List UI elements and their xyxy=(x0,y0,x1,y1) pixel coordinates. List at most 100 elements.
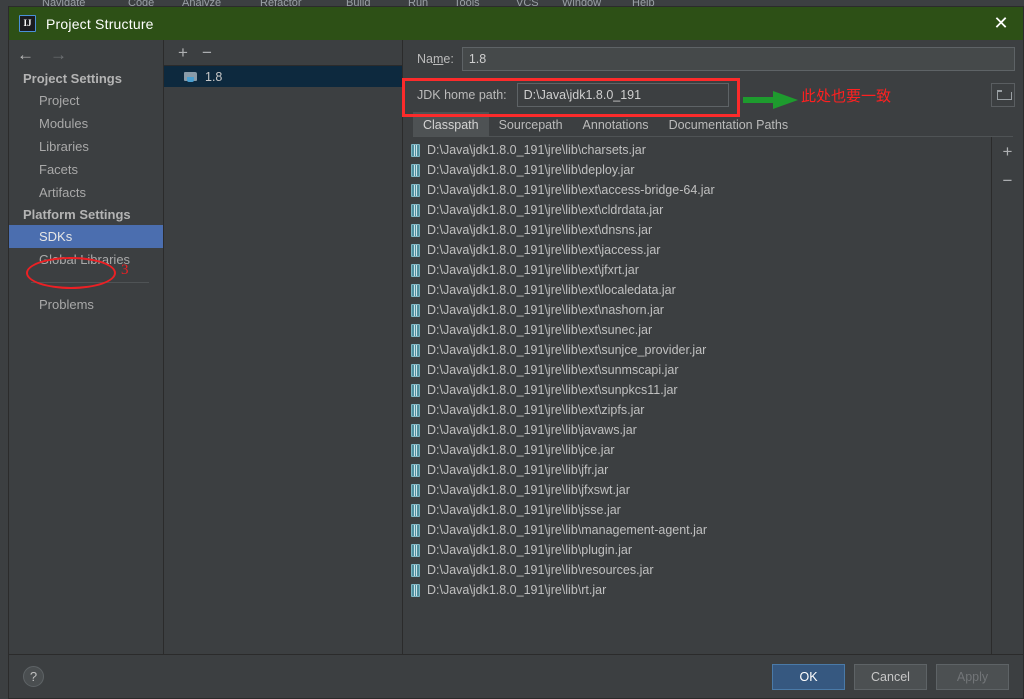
jdk-home-path-input[interactable]: D:\Java\jdk1.8.0_191 xyxy=(516,83,729,107)
jar-icon xyxy=(411,223,420,237)
classpath-row-label: D:\Java\jdk1.8.0_191\jre\lib\ext\sunmsca… xyxy=(427,363,679,377)
sdk-toolbar: + − xyxy=(164,40,402,66)
tab-classpath[interactable]: Classpath xyxy=(413,112,489,136)
classpath-row[interactable]: D:\Java\jdk1.8.0_191\jre\lib\deploy.jar xyxy=(403,160,991,180)
jar-icon xyxy=(411,483,420,497)
classpath-row[interactable]: D:\Java\jdk1.8.0_191\jre\lib\ext\sunmsca… xyxy=(403,360,991,380)
classpath-row-label: D:\Java\jdk1.8.0_191\jre\lib\jce.jar xyxy=(427,443,615,457)
jar-icon xyxy=(411,183,420,197)
sidebar-item-libraries[interactable]: Libraries xyxy=(9,135,163,158)
forward-arrow-icon[interactable]: → xyxy=(50,46,67,63)
jdk-folder-icon xyxy=(184,71,198,83)
settings-sidebar: ← → Project Settings Project Modules Librar… xyxy=(9,40,164,654)
classpath-row-label: D:\Java\jdk1.8.0_191\jre\lib\ext\cldrdat… xyxy=(427,203,664,217)
sidebar-nav-arrows: ← → xyxy=(9,40,163,68)
classpath-row[interactable]: D:\Java\jdk1.8.0_191\jre\lib\ext\cldrdat… xyxy=(403,200,991,220)
browse-folder-button[interactable] xyxy=(991,83,1015,107)
tab-annotations[interactable]: Annotations xyxy=(573,112,659,136)
jar-icon xyxy=(411,363,420,377)
dialog-body: ← → Project Settings Project Modules Librar… xyxy=(9,40,1023,654)
cancel-button[interactable]: Cancel xyxy=(854,663,927,690)
jdk-home-path-row: JDK home path: D:\Java\jdk1.8.0_191 xyxy=(403,78,1023,112)
name-label: Name: xyxy=(417,52,454,66)
apply-button[interactable]: Apply xyxy=(936,663,1009,690)
add-sdk-button[interactable]: + xyxy=(178,44,188,61)
classpath-row-label: D:\Java\jdk1.8.0_191\jre\lib\charsets.ja… xyxy=(427,143,646,157)
step-number-annotation: 3 xyxy=(121,262,129,278)
classpath-row[interactable]: D:\Java\jdk1.8.0_191\jre\lib\ext\zipfs.j… xyxy=(403,400,991,420)
sidebar-divider xyxy=(31,282,149,283)
back-arrow-icon[interactable]: ← xyxy=(17,46,34,63)
sidebar-groups: Project Settings Project Modules Libraries F… xyxy=(9,68,163,271)
jar-icon xyxy=(411,543,420,557)
jar-icon xyxy=(411,583,420,597)
sidebar-item-sdks[interactable]: SDKs xyxy=(9,225,163,248)
tab-documentation-paths[interactable]: Documentation Paths xyxy=(659,112,799,136)
classpath-row[interactable]: D:\Java\jdk1.8.0_191\jre\lib\plugin.jar xyxy=(403,540,991,560)
sdk-name-input[interactable]: 1.8 xyxy=(461,47,1015,71)
ok-button[interactable]: OK xyxy=(772,663,845,690)
classpath-row[interactable]: D:\Java\jdk1.8.0_191\jre\lib\management-… xyxy=(403,520,991,540)
jar-icon xyxy=(411,443,420,457)
screen: Navigate Code Analyze Refactor Build Run Tools… xyxy=(0,0,1024,699)
jar-icon xyxy=(411,403,420,417)
jar-icon xyxy=(411,383,420,397)
jar-icon xyxy=(411,263,420,277)
dialog-title: Project Structure xyxy=(46,15,154,32)
classpath-row-label: D:\Java\jdk1.8.0_191\jre\lib\deploy.jar xyxy=(427,163,635,177)
classpath-row[interactable]: D:\Java\jdk1.8.0_191\jre\lib\ext\sunec.j… xyxy=(403,320,991,340)
sdk-detail-panel: Name: 1.8 JDK home path: D:\Java\jdk1.8.… xyxy=(402,40,1023,654)
sidebar-item-problems[interactable]: Problems xyxy=(9,293,163,316)
classpath-row-label: D:\Java\jdk1.8.0_191\jre\lib\ext\dnsns.j… xyxy=(427,223,653,237)
sdk-list-item[interactable]: 1.8 xyxy=(164,66,402,87)
classpath-row[interactable]: D:\Java\jdk1.8.0_191\jre\lib\jce.jar xyxy=(403,440,991,460)
classpath-row-label: D:\Java\jdk1.8.0_191\jre\lib\jsse.jar xyxy=(427,503,621,517)
help-button[interactable]: ? xyxy=(23,666,44,687)
classpath-row[interactable]: D:\Java\jdk1.8.0_191\jre\lib\jfr.jar xyxy=(403,460,991,480)
classpath-row[interactable]: D:\Java\jdk1.8.0_191\jre\lib\ext\localed… xyxy=(403,280,991,300)
remove-sdk-button[interactable]: − xyxy=(202,44,212,61)
classpath-row-label: D:\Java\jdk1.8.0_191\jre\lib\ext\nashorn… xyxy=(427,303,664,317)
classpath-row-label: D:\Java\jdk1.8.0_191\jre\lib\ext\zipfs.j… xyxy=(427,403,645,417)
classpath-row[interactable]: D:\Java\jdk1.8.0_191\jre\lib\charsets.ja… xyxy=(403,140,991,160)
sdk-list-panel: + − 1.8 xyxy=(164,40,403,654)
remove-classpath-button[interactable]: − xyxy=(1003,172,1013,189)
sidebar-item-project[interactable]: Project xyxy=(9,89,163,112)
jar-icon xyxy=(411,163,420,177)
tab-sourcepath[interactable]: Sourcepath xyxy=(489,112,573,136)
classpath-area: D:\Java\jdk1.8.0_191\jre\lib\charsets.ja… xyxy=(403,137,1023,654)
jdk-home-path-label: JDK home path: xyxy=(417,88,507,102)
classpath-row[interactable]: D:\Java\jdk1.8.0_191\jre\lib\ext\nashorn… xyxy=(403,300,991,320)
classpath-row[interactable]: D:\Java\jdk1.8.0_191\jre\lib\ext\sunjce_… xyxy=(403,340,991,360)
classpath-row[interactable]: D:\Java\jdk1.8.0_191\jre\lib\ext\sunpkcs… xyxy=(403,380,991,400)
jar-icon xyxy=(411,143,420,157)
add-classpath-button[interactable]: + xyxy=(1003,143,1013,160)
jar-icon xyxy=(411,463,420,477)
classpath-row[interactable]: D:\Java\jdk1.8.0_191\jre\lib\javaws.jar xyxy=(403,420,991,440)
classpath-row[interactable]: D:\Java\jdk1.8.0_191\jre\lib\ext\jfxrt.j… xyxy=(403,260,991,280)
annotation-text: 此处也要一致 xyxy=(801,87,892,105)
jar-icon xyxy=(411,523,420,537)
sidebar-item-modules[interactable]: Modules xyxy=(9,112,163,135)
classpath-row[interactable]: D:\Java\jdk1.8.0_191\jre\lib\ext\access-… xyxy=(403,180,991,200)
close-icon[interactable]: ✕ xyxy=(979,7,1023,40)
classpath-row[interactable]: D:\Java\jdk1.8.0_191\jre\lib\ext\jaccess… xyxy=(403,240,991,260)
classpath-row-label: D:\Java\jdk1.8.0_191\jre\lib\jfxswt.jar xyxy=(427,483,630,497)
sidebar-item-facets[interactable]: Facets xyxy=(9,158,163,181)
classpath-row[interactable]: D:\Java\jdk1.8.0_191\jre\lib\rt.jar xyxy=(403,580,991,600)
sidebar-item-global-libraries[interactable]: Global Libraries xyxy=(9,248,163,271)
project-structure-dialog: Project Structure ✕ ← → Project Settings… xyxy=(8,6,1024,699)
sidebar-item-artifacts[interactable]: Artifacts xyxy=(9,181,163,204)
classpath-list: D:\Java\jdk1.8.0_191\jre\lib\charsets.ja… xyxy=(403,137,991,654)
classpath-row[interactable]: D:\Java\jdk1.8.0_191\jre\lib\jsse.jar xyxy=(403,500,991,520)
jar-icon xyxy=(411,303,420,317)
folder-icon xyxy=(996,90,1012,100)
dialog-titlebar: Project Structure ✕ xyxy=(9,7,1023,40)
jar-icon xyxy=(411,503,420,517)
classpath-row-label: D:\Java\jdk1.8.0_191\jre\lib\jfr.jar xyxy=(427,463,609,477)
classpath-row[interactable]: D:\Java\jdk1.8.0_191\jre\lib\ext\dnsns.j… xyxy=(403,220,991,240)
classpath-row[interactable]: D:\Java\jdk1.8.0_191\jre\lib\jfxswt.jar xyxy=(403,480,991,500)
classpath-row[interactable]: D:\Java\jdk1.8.0_191\jre\lib\resources.j… xyxy=(403,560,991,580)
classpath-row-label: D:\Java\jdk1.8.0_191\jre\lib\javaws.jar xyxy=(427,423,637,437)
jar-icon xyxy=(411,243,420,257)
